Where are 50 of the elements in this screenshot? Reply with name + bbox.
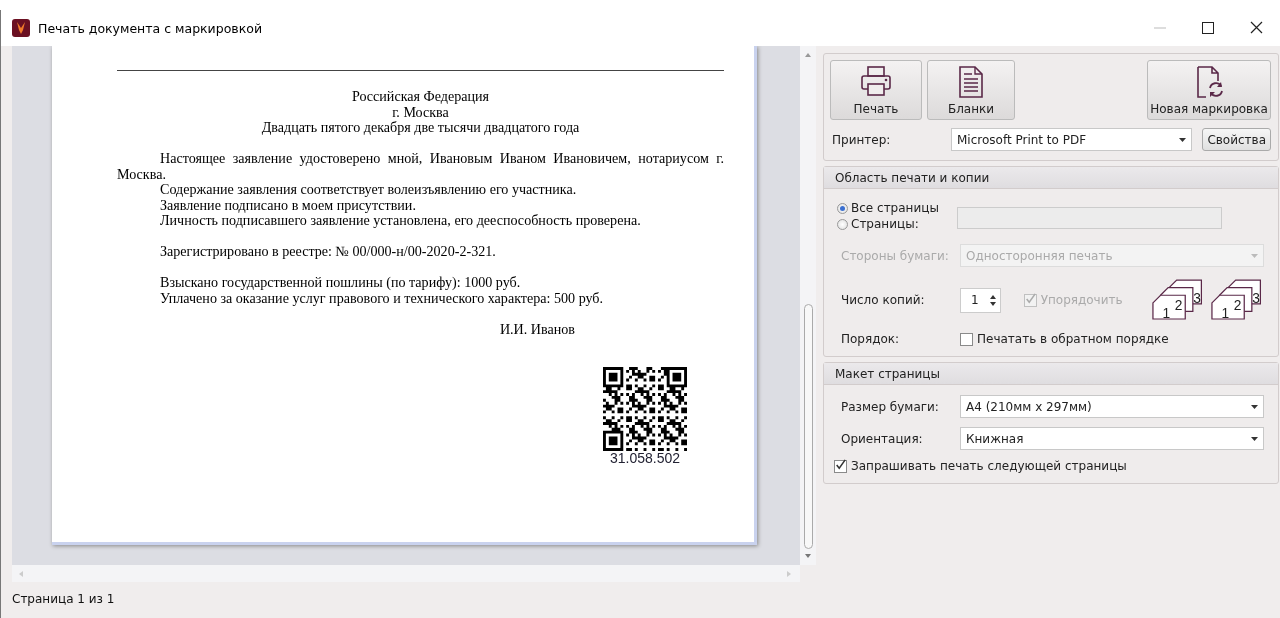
dropdown-caret-icon <box>1251 253 1258 258</box>
radio-option[interactable]: Все страницы <box>837 200 957 216</box>
scroll-up-icon[interactable] <box>804 52 812 58</box>
paper-sides-select: Односторонняя печать <box>960 244 1264 267</box>
orientation-select[interactable]: Книжная <box>960 427 1264 450</box>
checkmark-icon <box>835 458 846 471</box>
window-title: Печать документа с маркировкой <box>38 20 263 36</box>
paper-size-select[interactable]: A4 (210мм x 297мм) <box>960 395 1264 418</box>
ask-next-page-checkbox[interactable]: Запрашивать печать следующей страницы <box>834 459 1264 473</box>
section-header: Макет страницы <box>824 363 1278 385</box>
document-paragraph: Уплачено за оказание услуг правового и технического характера: 500 руб. <box>159 290 605 306</box>
dropdown-caret-icon[interactable] <box>1179 137 1187 142</box>
code-number: 31.058.502 <box>609 451 681 466</box>
spinner-arrows-icon[interactable] <box>988 294 997 306</box>
section-header: Область печати и копии <box>824 167 1278 189</box>
document-heading-line: г. Москва <box>391 104 449 120</box>
document-paragraph: Взыскано государственной пошлины (по тарифу): 1000 руб. <box>159 275 522 291</box>
document-paragraph: Настоящее заявление удостоверено мной, Ивановым Иваном Ивановичем, нотариусом г. Москва. <box>117 151 724 182</box>
radio-option[interactable]: Страницы: <box>837 216 957 232</box>
orientation-label: Ориентация: <box>840 431 924 446</box>
page-count-status: Страница 1 из 1 <box>12 591 116 606</box>
checkmark-icon <box>1024 292 1036 305</box>
vertical-scrollbar[interactable] <box>800 46 816 565</box>
dropdown-caret-icon[interactable] <box>1251 404 1258 409</box>
document-paragraph: Зарегистрировано в реестре: № 00/000-н/00-2020-2-321. <box>159 244 497 260</box>
printer-button[interactable]: Печать <box>830 60 922 120</box>
printer-icon <box>860 66 892 98</box>
collate-illustration: 1 2 3 <box>1151 278 1205 322</box>
copies-spinner[interactable]: 1 <box>960 287 1001 313</box>
collate-illustration: 1 2 3 <box>1210 278 1264 322</box>
document-paragraph: Заявление подписано в моем присутствии. <box>159 197 417 213</box>
copies-label: Число копий: <box>840 293 926 307</box>
printer-select[interactable]: Microsoft Print to PDF <box>951 128 1193 151</box>
reverse-order-checkbox[interactable]: Печатать в обратном порядке <box>960 332 1169 346</box>
dropdown-caret-icon[interactable] <box>1251 436 1258 441</box>
document-paragraph: Содержание заявления соответствует волеизъявлению его участника. <box>159 182 578 198</box>
order-label: Порядок: <box>840 332 901 346</box>
refresh-button[interactable]: Новая маркировка <box>1147 60 1271 120</box>
app-logo-icon <box>12 19 30 37</box>
scroll-thumb[interactable] <box>803 304 813 549</box>
signature-text: И.И. Иванов <box>498 321 575 337</box>
document-button[interactable]: Бланки <box>927 60 1015 120</box>
document-paragraph: Личность подписавшего заявление установлена, его дееспособность проверена. <box>159 213 642 229</box>
scroll-down-icon[interactable] <box>804 553 812 559</box>
document-heading-line: Российская Федерация <box>350 89 491 105</box>
document-heading-line: Двадцать пятого декабря две тысячи двадцатого года <box>260 120 581 136</box>
paper-sides-label: Стороны бумаги: <box>840 248 950 263</box>
properties-button[interactable]: Свойства <box>1202 128 1271 151</box>
paper-size-label: Размер бумаги: <box>840 399 940 414</box>
printer-label: Принтер: <box>831 132 892 147</box>
